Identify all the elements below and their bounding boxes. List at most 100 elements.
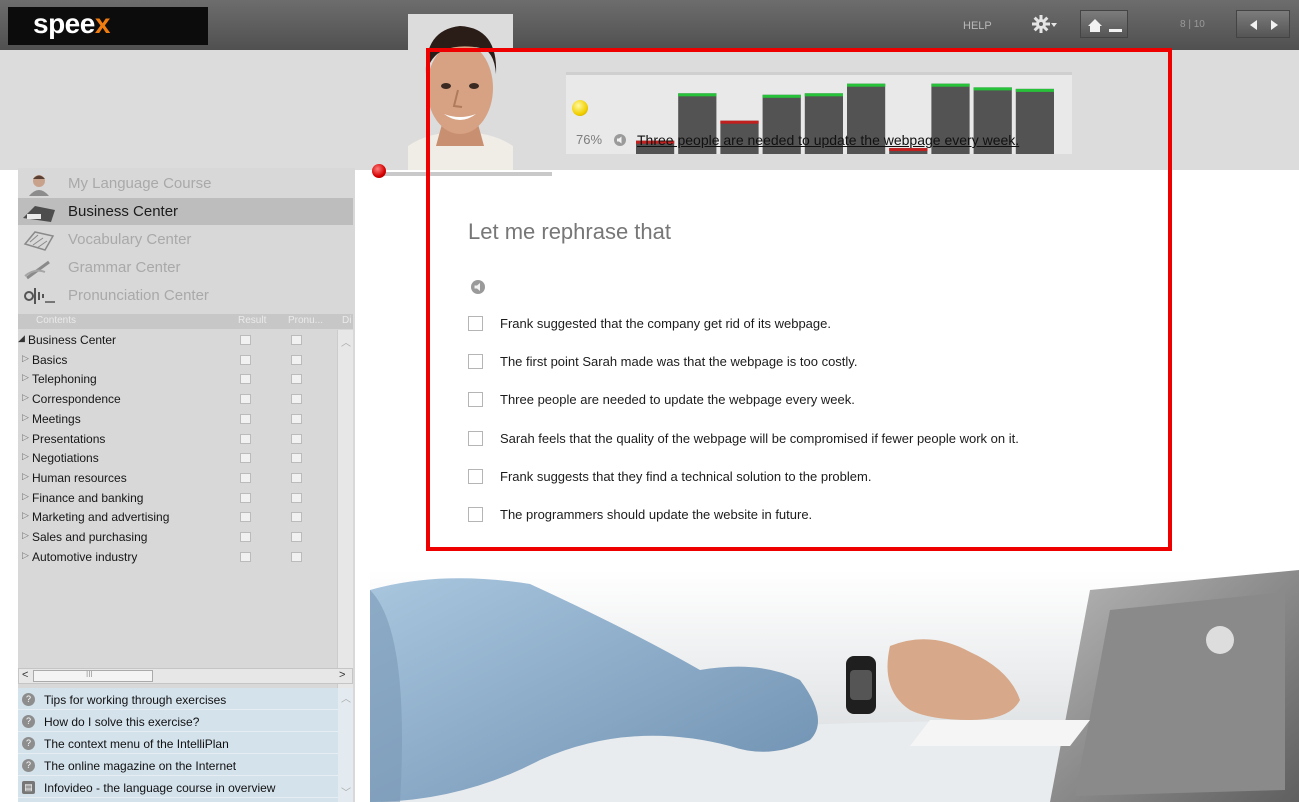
result-checkbox (240, 374, 251, 385)
left-panel: My Language Course Business Center Vocab… (18, 168, 355, 802)
expand-arrow-icon[interactable]: ▷ (22, 530, 29, 541)
pronunciation-checkbox (291, 413, 302, 424)
pronunciation-checkbox (291, 453, 302, 464)
top-toolbar: speex HELP 8 | 10 (0, 0, 1299, 50)
pronunciation-checkbox (291, 532, 302, 542)
tree-item[interactable]: ▷ Correspondence (18, 389, 338, 409)
result-checkbox (240, 335, 251, 345)
grammar-icon (24, 260, 50, 280)
collapse-arrow-icon[interactable]: ◢ (18, 333, 25, 344)
scroll-left-icon[interactable]: < (22, 669, 28, 681)
expand-arrow-icon[interactable]: ▷ (22, 471, 29, 482)
nav-label: Business Center (68, 203, 179, 220)
tree-root-item[interactable]: ◢ Business Center (18, 330, 338, 350)
expand-arrow-icon[interactable]: ▷ (22, 432, 29, 443)
logo-suffix: x (94, 8, 111, 39)
help-list-scrollbar[interactable]: ︿ ﹀ (338, 688, 353, 802)
tree-item-label: Finance and banking (32, 490, 144, 505)
help-item[interactable]: ? The online magazine on the Internet (18, 756, 338, 776)
highlight-box (426, 48, 1172, 551)
page-navigation[interactable] (1236, 10, 1290, 38)
help-item-label: Infovideo - the language course in overv… (44, 781, 276, 795)
tree-item[interactable]: ▷ Telephoning (18, 369, 338, 389)
column-pronunciation[interactable]: Pronu... (288, 315, 323, 326)
expand-arrow-icon[interactable]: ▷ (22, 372, 29, 383)
tree-item[interactable]: ▷ Automotive industry (18, 547, 338, 567)
tree-item-label: Meetings (32, 411, 81, 426)
nav-label: Vocabulary Center (68, 231, 192, 248)
home-icon (1088, 19, 1122, 32)
pronunciation-checkbox (291, 335, 302, 345)
pronunciation-checkbox (291, 394, 302, 405)
expand-arrow-icon[interactable]: ▷ (22, 412, 29, 423)
scroll-right-icon[interactable]: > (339, 669, 345, 681)
tree-item[interactable]: ▷ Sales and purchasing (18, 527, 338, 547)
contents-tree-header: Contents Result Pronu... Di (18, 314, 353, 329)
column-contents[interactable]: Contents (36, 315, 76, 326)
tree-item[interactable]: ▷ Marketing and advertising (18, 507, 338, 527)
help-question-icon: ? (22, 715, 35, 728)
nav-my-language-course[interactable]: My Language Course (18, 170, 353, 197)
result-checkbox (240, 453, 251, 464)
tree-item[interactable]: ▷ Presentations (18, 429, 338, 449)
scroll-up-icon[interactable]: ︿ (341, 690, 351, 705)
scroll-thumb[interactable]: III (33, 670, 153, 682)
expand-arrow-icon[interactable]: ▷ (22, 392, 29, 403)
expand-arrow-icon[interactable]: ▷ (22, 510, 29, 521)
tree-item[interactable]: ▷ Basics (18, 350, 338, 370)
tree-item-label: Telephoning (32, 372, 97, 387)
pronunciation-checkbox (291, 492, 302, 503)
help-item[interactable]: ? Tips for working through exercises (18, 690, 338, 710)
nav-grammar-center[interactable]: Grammar Center (18, 254, 353, 281)
expand-arrow-icon[interactable]: ▷ (22, 353, 29, 364)
nav-pronunciation-center[interactable]: Pronunciation Center (18, 282, 353, 309)
page-counter: 8 | 10 (1180, 19, 1205, 30)
help-question-icon: ? (22, 759, 35, 772)
expand-arrow-icon[interactable]: ▷ (22, 451, 29, 462)
help-item[interactable]: ? How do I solve this exercise? (18, 712, 338, 732)
nav-vocabulary-center[interactable]: Vocabulary Center (18, 226, 353, 253)
business-photo (370, 570, 1299, 802)
help-question-icon: ? (22, 693, 35, 706)
previous-page-icon (1250, 20, 1257, 30)
scroll-up-icon[interactable]: ︿ (341, 334, 351, 349)
home-button[interactable] (1080, 10, 1128, 38)
business-icon (23, 206, 55, 222)
help-item-label: How do I solve this exercise? (44, 715, 200, 729)
help-question-icon: ? (22, 737, 35, 750)
tree-item[interactable]: ▷ Human resources (18, 468, 338, 488)
column-result[interactable]: Result (238, 315, 266, 326)
nav-label: Grammar Center (68, 259, 181, 276)
course-icon (29, 175, 49, 196)
scroll-down-icon[interactable]: ﹀ (341, 784, 351, 799)
pronunciation-icon (24, 288, 55, 304)
nav-business-center[interactable]: Business Center (18, 198, 353, 225)
tree-item[interactable]: ▷ Negotiations (18, 448, 338, 468)
pronunciation-checkbox (291, 433, 302, 444)
result-checkbox (240, 472, 251, 483)
result-checkbox (240, 532, 251, 542)
help-item-label: The context menu of the IntelliPlan (44, 737, 229, 751)
tree-item-label: Human resources (32, 470, 127, 485)
logo-prefix: spee (33, 8, 95, 39)
tree-horizontal-scrollbar[interactable]: < III > (18, 668, 353, 684)
expand-arrow-icon[interactable]: ▷ (22, 491, 29, 502)
help-item[interactable]: ▤ Infovideo - the language course in over… (18, 778, 338, 798)
help-link[interactable]: HELP (963, 20, 992, 32)
help-item[interactable]: ? The context menu of the IntelliPlan (18, 734, 338, 754)
tree-item[interactable]: ▷ Meetings (18, 409, 338, 429)
scroll-grip: III (86, 670, 93, 679)
tree-item-label: Marketing and advertising (32, 510, 170, 525)
nav-label: Pronunciation Center (68, 287, 209, 304)
expand-arrow-icon[interactable]: ▷ (22, 550, 29, 561)
tree-item-label: Business Center (28, 333, 117, 347)
settings-button[interactable] (1030, 12, 1058, 36)
app-window: speex HELP 8 | 10 76% Three people are n… (0, 0, 1299, 802)
gear-icon (1032, 15, 1057, 33)
tree-item[interactable]: ▷ Finance and banking (18, 488, 338, 508)
tree-item-label: Negotiations (32, 451, 99, 466)
nav-label: My Language Course (68, 175, 212, 192)
column-di[interactable]: Di (342, 315, 351, 326)
tree-item-label: Sales and purchasing (32, 530, 148, 544)
tree-item-label: Correspondence (32, 392, 121, 407)
